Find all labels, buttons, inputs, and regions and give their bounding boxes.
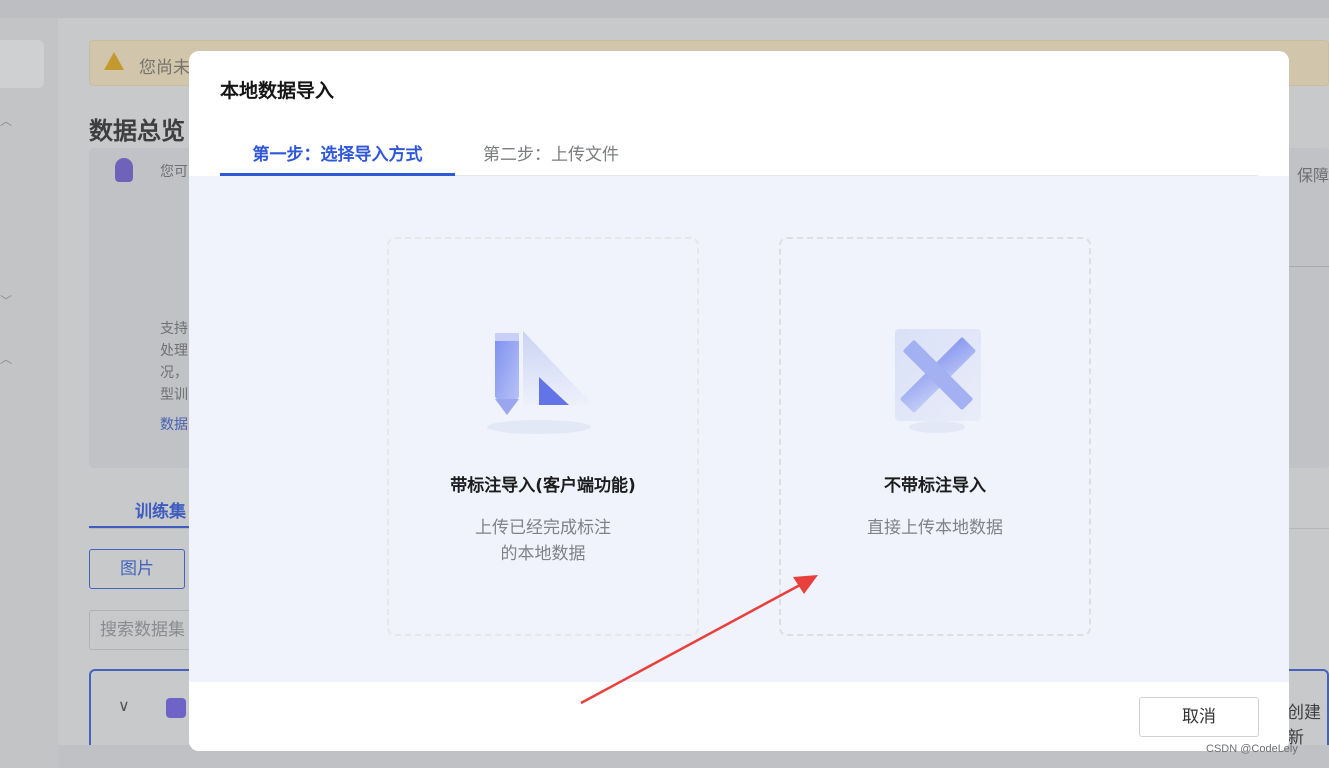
ruler-pencil-triangle-icon bbox=[487, 331, 593, 434]
option-description-line: 上传已经完成标注 bbox=[475, 518, 611, 538]
modal-title: 本地数据导入 bbox=[220, 80, 335, 102]
info-text: 支持 bbox=[160, 321, 188, 337]
option-description: 上传已经完成标注 的本地数据 bbox=[389, 515, 697, 567]
info-link[interactable]: 数据 bbox=[160, 414, 188, 434]
chevron-down-icon[interactable]: ∨ bbox=[118, 696, 130, 715]
create-button[interactable]: 创建新 bbox=[1287, 698, 1329, 748]
import-modal: 本地数据导入 第一步：选择导入方式 第二步：上传文件 带标注导入(客户端功能) … bbox=[189, 51, 1289, 751]
info-text: 您可 bbox=[160, 164, 188, 180]
tab-step-1[interactable]: 第一步：选择导入方式 bbox=[220, 143, 455, 176]
option-description: 直接上传本地数据 bbox=[781, 515, 1089, 541]
option-description-line: 直接上传本地数据 bbox=[867, 518, 1003, 538]
step-tabs: 第一步：选择导入方式 第二步：上传文件 bbox=[220, 143, 1258, 176]
info-right-text: 保障 bbox=[1297, 166, 1329, 185]
layers-icon bbox=[166, 698, 186, 718]
warning-icon bbox=[104, 52, 124, 70]
option-import-with-labels[interactable]: 带标注导入(客户端功能) 上传已经完成标注 的本地数据 bbox=[387, 237, 699, 636]
option-title: 带标注导入(客户端功能) bbox=[450, 476, 636, 496]
tab-training-set[interactable]: 训练集 bbox=[89, 497, 189, 529]
left-navigation bbox=[0, 18, 58, 768]
info-text: 况， bbox=[160, 365, 188, 381]
filter-image-button[interactable]: 图片 bbox=[89, 549, 185, 589]
cancel-button[interactable]: 取消 bbox=[1139, 697, 1259, 737]
option-description-line: 的本地数据 bbox=[500, 544, 586, 564]
chevron-up-icon: ︿ bbox=[0, 114, 13, 128]
modal-body: 带标注导入(客户端功能) 上传已经完成标注 的本地数据 不带标注导入 直接上传本… bbox=[189, 176, 1289, 682]
top-bar bbox=[0, 0, 1329, 18]
crossed-ruler-pencil-icon bbox=[895, 329, 981, 433]
tab-step-2[interactable]: 第二步：上传文件 bbox=[483, 143, 619, 176]
nav-item bbox=[0, 40, 44, 88]
chevron-down-icon: ﹀ bbox=[0, 294, 13, 308]
watermark: CSDN @CodeLely bbox=[1206, 743, 1298, 755]
info-text: 处理 bbox=[160, 343, 188, 359]
option-title: 不带标注导入 bbox=[884, 476, 986, 496]
divider bbox=[1289, 266, 1329, 267]
lightbulb-icon bbox=[115, 158, 133, 182]
chevron-up-icon: ︿ bbox=[0, 352, 13, 366]
warning-text: 您尚未 bbox=[139, 58, 190, 78]
option-import-without-labels[interactable]: 不带标注导入 直接上传本地数据 bbox=[779, 237, 1091, 636]
info-text: 型训 bbox=[160, 387, 188, 403]
page-title: 数据总览 bbox=[89, 117, 185, 145]
modal-footer: 取消 bbox=[189, 682, 1289, 751]
